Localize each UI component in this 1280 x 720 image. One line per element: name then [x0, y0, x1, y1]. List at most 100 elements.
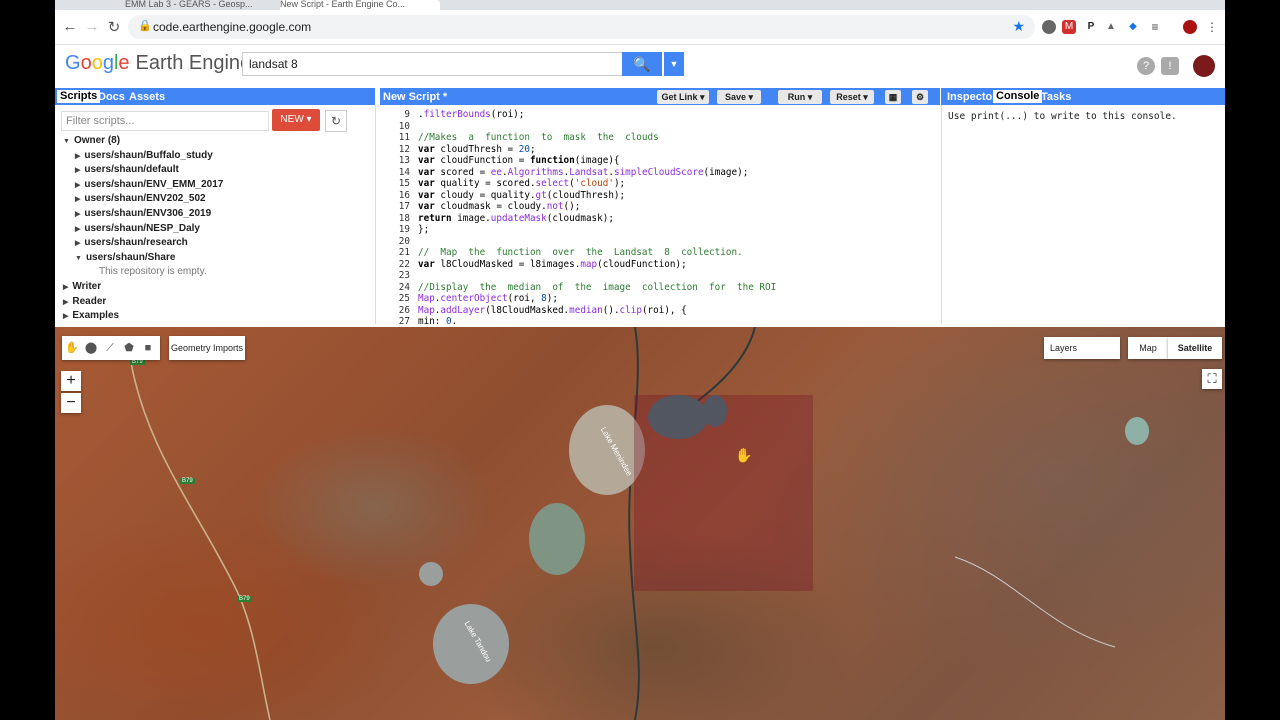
- feedback-icon[interactable]: !: [1161, 57, 1179, 75]
- code-line[interactable]: 22 var l8CloudMasked = l8images.map(cloud…: [380, 259, 687, 271]
- chevron-right-icon: ▶: [75, 240, 81, 248]
- get-link-button[interactable]: Get Link ▾: [657, 90, 709, 104]
- tree-item[interactable]: ▶ users/shaun/ENV202_502: [75, 193, 206, 204]
- kebab-menu-icon[interactable]: ⋮: [1205, 20, 1219, 34]
- code-line[interactable]: 11 //Makes a function to mask the clouds: [380, 132, 659, 144]
- rectangle-draw-icon[interactable]: ■: [139, 338, 157, 358]
- code-line[interactable]: 9 .filterBounds(roi);: [380, 109, 524, 121]
- code-line[interactable]: 21 // Map the function over the Landsat 8…: [380, 247, 743, 259]
- point-marker-icon[interactable]: ⬤: [82, 338, 100, 358]
- help-icon[interactable]: ?: [1137, 57, 1155, 75]
- tab-scripts[interactable]: Scripts: [57, 90, 101, 103]
- bookmark-star-icon[interactable]: ★: [1012, 18, 1025, 35]
- line-number: 21: [398, 247, 410, 258]
- satellite-type-button[interactable]: Satellite: [1168, 337, 1222, 359]
- search-input[interactable]: landsat 8: [242, 52, 628, 76]
- tree-item[interactable]: ▶ users/shaun/NESP_Daly: [75, 223, 200, 234]
- code-text: var cloudy = quality.gt(cloudThresh);: [418, 189, 626, 201]
- code-line[interactable]: 18 return image.updateMask(cloudmask);: [380, 213, 614, 225]
- code-line[interactable]: 23: [380, 270, 410, 282]
- map-type-button[interactable]: Map: [1128, 337, 1168, 359]
- google-earth-engine-logo[interactable]: Google Earth Engine: [65, 52, 251, 75]
- polygon-draw-icon[interactable]: ⬟: [120, 338, 138, 358]
- reload-icon[interactable]: ↻: [105, 18, 123, 36]
- tree-item[interactable]: ▶ Reader: [63, 296, 106, 307]
- reset-button[interactable]: Reset ▾: [830, 90, 874, 104]
- browser-tab[interactable]: EMM Lab 3 - GEARS - Geosp...: [125, 0, 260, 10]
- tree-item[interactable]: ▶ users/shaun/ENV306_2019: [75, 208, 211, 219]
- forward-icon[interactable]: →: [83, 18, 101, 35]
- filter-scripts-input[interactable]: Filter scripts...: [61, 111, 269, 131]
- extension-drive-icon[interactable]: ▲: [1104, 20, 1118, 34]
- code-line[interactable]: 14 var scored = ee.Algorithms.Landsat.sim…: [380, 167, 749, 179]
- user-avatar[interactable]: [1193, 55, 1215, 77]
- drawing-tools: ✋ ⬤ ⟋ ⬟ ■: [62, 336, 160, 360]
- url-field[interactable]: 🔒 code.earthengine.google.com ★: [128, 15, 1035, 39]
- save-button[interactable]: Save ▾: [717, 90, 761, 104]
- tree-item[interactable]: ▼ users/shaun/Share: [75, 252, 175, 263]
- code-line[interactable]: 27 min: 0.: [380, 316, 457, 324]
- left-panel-tabs: Scripts Docs Assets: [55, 88, 375, 105]
- line-number: 20: [398, 235, 410, 247]
- layers-button[interactable]: Layers: [1044, 337, 1120, 359]
- code-line[interactable]: 20: [380, 236, 410, 248]
- code-line[interactable]: 10: [380, 121, 410, 133]
- tab-assets[interactable]: Assets: [129, 91, 165, 103]
- code-text: var cloudFunction = function(image){: [418, 155, 620, 166]
- menu-lines-icon[interactable]: ≡: [1148, 20, 1162, 34]
- search-button[interactable]: 🔍: [622, 52, 662, 76]
- apps-grid-icon[interactable]: ▦: [885, 90, 901, 104]
- geometry-imports-button[interactable]: Geometry Imports: [169, 336, 245, 360]
- code-text: return image.updateMask(cloudmask);: [418, 212, 614, 224]
- browser-window: EMM Lab 3 - GEARS - Geosp... New Script …: [55, 0, 1225, 720]
- code-editor[interactable]: 9 .filterBounds(roi); 10 11 //Makes a functi…: [380, 105, 940, 324]
- tree-item-label: Owner (8): [73, 135, 121, 146]
- tab-docs[interactable]: Docs: [98, 91, 125, 103]
- back-icon[interactable]: ←: [61, 18, 79, 35]
- line-number: 13: [398, 155, 410, 166]
- code-line[interactable]: 19};: [380, 224, 429, 236]
- run-button[interactable]: Run ▾: [778, 90, 822, 104]
- code-line[interactable]: 12 var cloudThresh = 20;: [380, 144, 536, 156]
- code-line[interactable]: 13 var cloudFunction = function(image){: [380, 155, 620, 167]
- code-line[interactable]: 26 Map.addLayer(l8CloudMasked.median().cl…: [380, 305, 687, 317]
- line-draw-icon[interactable]: ⟋: [101, 338, 119, 358]
- extension-pdf-icon[interactable]: M: [1062, 20, 1076, 34]
- code-line[interactable]: 25 Map.centerObject(roi, 8);: [380, 293, 558, 305]
- line-number: 19: [398, 224, 410, 235]
- search-options-button[interactable]: ▼: [664, 52, 684, 76]
- refresh-icon[interactable]: ↻: [325, 110, 347, 132]
- extension-icon[interactable]: [1042, 20, 1056, 34]
- code-line[interactable]: 16 var cloudy = quality.gt(cloudThresh);: [380, 190, 625, 202]
- tab-console[interactable]: Console: [993, 90, 1043, 103]
- tree-item[interactable]: ▶ users/shaun/default: [75, 164, 179, 175]
- tree-item[interactable]: ▶ users/shaun/Buffalo_study: [75, 150, 213, 161]
- small-lake-east: [1125, 417, 1149, 445]
- new-script-button[interactable]: NEW ▾: [272, 109, 320, 131]
- small-lake: [419, 562, 443, 586]
- extension-cast-icon[interactable]: ◆: [1126, 20, 1140, 34]
- tree-item[interactable]: ▶ Examples: [63, 310, 119, 321]
- zoom-in-button[interactable]: +: [61, 371, 81, 391]
- tab-inspector[interactable]: Inspector: [947, 91, 997, 103]
- tab-tasks[interactable]: Tasks: [1041, 91, 1071, 103]
- line-number: 23: [398, 270, 410, 281]
- tree-item[interactable]: ▶ Writer: [63, 281, 101, 292]
- hand-pan-icon[interactable]: ✋: [63, 338, 81, 358]
- settings-gear-icon[interactable]: ⚙: [912, 90, 928, 104]
- tree-item[interactable]: ▶ users/shaun/research: [75, 237, 188, 248]
- code-line[interactable]: 24 //Display the median of the image coll…: [380, 282, 776, 294]
- tree-item-label: users/shaun/ENV202_502: [84, 193, 206, 205]
- tree-item[interactable]: ▶ users/shaun/ENV_EMM_2017: [75, 179, 223, 190]
- code-line[interactable]: 17 var cloudmask = cloudy.not();: [380, 201, 581, 213]
- chevron-right-icon: ▶: [63, 284, 69, 291]
- extension-p-icon[interactable]: P: [1084, 20, 1098, 34]
- browser-tab-active[interactable]: New Script - Earth Engine Co...: [280, 0, 440, 10]
- map-view[interactable]: B79 B79 B79 Lake Menindee Lake Tandou ✋ …: [55, 327, 1225, 720]
- profile-avatar[interactable]: [1183, 20, 1197, 34]
- zoom-out-button[interactable]: −: [61, 393, 81, 413]
- code-line[interactable]: 15 var quality = scored.select('cloud');: [380, 178, 625, 190]
- tree-item[interactable]: ▼ Owner (8): [63, 135, 120, 146]
- fullscreen-icon[interactable]: ⛶: [1202, 369, 1222, 389]
- search-icon: 🔍: [633, 56, 651, 72]
